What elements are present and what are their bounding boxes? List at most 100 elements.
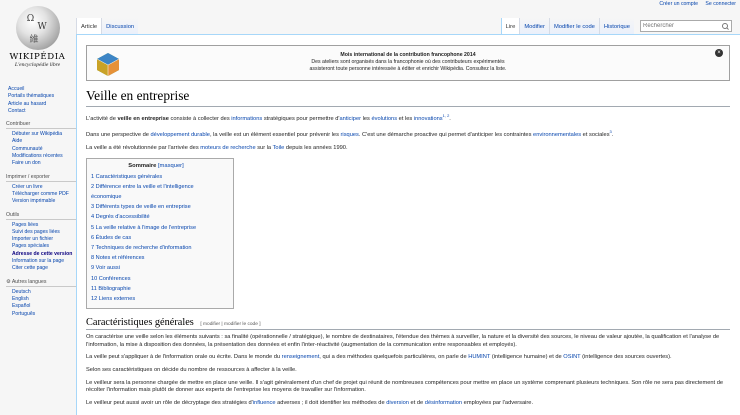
link-renseignement[interactable]: renseignement	[282, 354, 320, 360]
banner-line-2: assisteront toute personne intéressée à …	[309, 65, 507, 72]
toc-item[interactable]: 1 Caractéristiques générales	[91, 172, 221, 182]
link-evolutions[interactable]: évolutions	[371, 116, 397, 122]
section-title: Caractéristiques générales	[86, 317, 194, 329]
sidebar-item-contact[interactable]: Contact	[8, 108, 76, 115]
toc-item[interactable]: 7 Techniques de recherche d'information	[91, 243, 221, 253]
search-input[interactable]	[641, 23, 721, 29]
link-environnementales[interactable]: environnementales	[533, 132, 581, 138]
toc-item[interactable]: 11 Bibliographie	[91, 284, 221, 294]
link-risques[interactable]: risques	[341, 132, 359, 138]
text: Le veilleur peut aussi avoir un rôle de …	[86, 399, 253, 406]
login-link[interactable]: Se connecter	[705, 1, 736, 7]
sidebar-item-special-pages[interactable]: Pages spéciales	[12, 243, 76, 250]
link-diversion[interactable]: diversion	[386, 400, 409, 406]
sidebar-item-related-changes[interactable]: Suivi des pages liées	[12, 229, 76, 236]
sidebar-contribute: Contribuer Débuter sur Wikipédia Aide Co…	[6, 121, 76, 167]
wikipedia-logo[interactable]: ΩW維 WIKIPÉDIA L'encyclopédie libre	[0, 0, 75, 80]
section-edit-link[interactable]: [ modifier | modifier le code ]	[200, 322, 260, 327]
toc-item[interactable]: 12 Liens externes	[91, 294, 221, 304]
section-heading: Caractéristiques générales [ modifier | …	[86, 317, 730, 331]
tab-discussion[interactable]: Discussion	[101, 18, 139, 34]
link-innovations[interactable]: innovations	[414, 116, 443, 122]
section-paragraph-2: La veille peut s'appliquer à de l'inform…	[86, 354, 730, 362]
section-paragraph-5: Le veilleur peut aussi avoir un rôle de …	[86, 400, 730, 408]
sidebar-heading-tools: Outils	[6, 212, 76, 220]
sidebar-item-accueil[interactable]: Accueil	[8, 86, 76, 93]
link-toile[interactable]: Toile	[273, 145, 285, 151]
link-developpement-durable[interactable]: développement durable	[151, 132, 210, 138]
languages-label: Autres langues	[11, 278, 47, 285]
sidebar-item-lang-es[interactable]: Español	[12, 303, 76, 310]
sidebar-item-create-book[interactable]: Créer un livre	[12, 184, 76, 191]
sidebar-languages: ⚙ Autres langues Deutsch English Español…	[6, 279, 76, 318]
sidebar-tools: Outils Pages liées Suivi des pages liées…	[6, 212, 76, 273]
link-informations[interactable]: informations	[231, 116, 262, 122]
sidebar-item-communaute[interactable]: Communauté	[12, 146, 76, 153]
text: employées par l'adversaire.	[462, 399, 534, 406]
text: .	[449, 115, 451, 122]
sidebar-heading-print: Imprimer / exporter	[6, 174, 76, 182]
text: La veille a été révolutionnée par l'arri…	[86, 144, 201, 151]
section-paragraph-3: Selon ses caractéristiques on décide du …	[86, 366, 297, 373]
toc-item[interactable]: 2 Différence entre la veille et l'intell…	[91, 182, 221, 202]
search-box	[640, 20, 732, 32]
sidebar-item-printable[interactable]: Version imprimable	[12, 198, 76, 205]
toc-item[interactable]: 3 Différents types de veille en entrepri…	[91, 202, 221, 212]
sidebar-item-cite[interactable]: Citer cette page	[12, 265, 76, 272]
toc-title: Sommaire [masquer]	[91, 163, 221, 169]
sidebar-item-permalink[interactable]: Adresse de cette version	[12, 251, 76, 258]
namespace-tabs: Article Discussion	[76, 18, 139, 34]
sidebar-item-lang-en[interactable]: English	[12, 296, 76, 303]
link-humint[interactable]: HUMINT	[468, 354, 490, 360]
sidebar-item-lang-de[interactable]: Deutsch	[12, 289, 76, 296]
section-paragraph-1: On caractérise une veille selon les élém…	[86, 334, 720, 348]
tab-read[interactable]: Lire	[500, 18, 520, 34]
create-account-link[interactable]: Créer un compte	[659, 1, 698, 7]
toc-item[interactable]: 4 Degrés d'accessibilité	[91, 212, 221, 222]
text: .	[611, 132, 614, 139]
intro-paragraph-1: L'activité de veille en entreprise consi…	[86, 112, 730, 123]
text: depuis les années 1990.	[284, 144, 348, 151]
link-desinformation[interactable]: désinformation	[425, 400, 462, 406]
sidebar-navigation: Accueil Portails thématiques Article au …	[6, 86, 76, 115]
text: La veille peut s'appliquer à de l'inform…	[86, 354, 282, 361]
sidebar-item-debuter[interactable]: Débuter sur Wikipédia	[12, 131, 76, 138]
tab-edit-source[interactable]: Modifier le code	[548, 18, 599, 34]
banner-title[interactable]: Mois international de la contribution fr…	[87, 52, 729, 59]
sidebar-item-whatlinkshere[interactable]: Pages liées	[12, 222, 76, 229]
link-osint[interactable]: OSINT	[563, 354, 580, 360]
link-moteurs-de-recherche[interactable]: moteurs de recherche	[200, 145, 255, 151]
logo-tagline: L'encyclopédie libre	[14, 62, 61, 68]
sidebar-item-donate[interactable]: Faire un don	[12, 160, 76, 167]
tab-history[interactable]: Historique	[598, 18, 634, 34]
search-icon[interactable]	[721, 22, 730, 31]
sidebar-item-portails[interactable]: Portails thématiques	[8, 93, 76, 100]
toc-item[interactable]: 10 Conférences	[91, 274, 221, 284]
intro-paragraph-3: La veille a été révolutionnée par l'arri…	[86, 145, 730, 153]
toc-heading: Sommaire	[128, 162, 157, 169]
personal-tools: Créer un compte Se connecter	[653, 1, 736, 7]
text: adverses ; il doit identifier les méthod…	[275, 399, 387, 406]
toc-item[interactable]: 5 La veille relative à l'image de l'entr…	[91, 223, 221, 233]
sidebar-item-aide[interactable]: Aide	[12, 138, 76, 145]
sidebar-item-lang-pt[interactable]: Português	[12, 311, 76, 318]
link-influence[interactable]: influence	[253, 400, 276, 406]
sidebar-item-download-pdf[interactable]: Télécharger comme PDF	[12, 191, 76, 198]
toc-item[interactable]: 6 Études de cas	[91, 233, 221, 243]
sidebar-item-random[interactable]: Article au hasard	[8, 101, 76, 108]
toc-item[interactable]: 8 Notes et références	[91, 253, 221, 263]
site-notice-banner: Mois international de la contribution fr…	[86, 45, 730, 81]
text: , qui a des méthodes quelquefois particu…	[319, 354, 469, 361]
sidebar-item-page-info[interactable]: Information sur la page	[12, 258, 76, 265]
close-icon[interactable]: ×	[715, 49, 723, 57]
logo-wordmark: WIKIPÉDIA	[9, 52, 66, 62]
toc-hide-toggle[interactable]: [masquer]	[158, 163, 184, 169]
tab-edit[interactable]: Modifier	[519, 18, 549, 34]
toc-item[interactable]: 9 Voir aussi	[91, 263, 221, 273]
tab-article[interactable]: Article	[76, 18, 102, 34]
text: et sociales	[581, 132, 610, 139]
sidebar-item-upload[interactable]: Importer un fichier	[12, 236, 76, 243]
text: stratégiques pour permettre d'	[262, 115, 340, 122]
link-anticiper[interactable]: anticiper	[340, 116, 362, 122]
sidebar-item-recent-changes[interactable]: Modifications récentes	[12, 153, 76, 160]
